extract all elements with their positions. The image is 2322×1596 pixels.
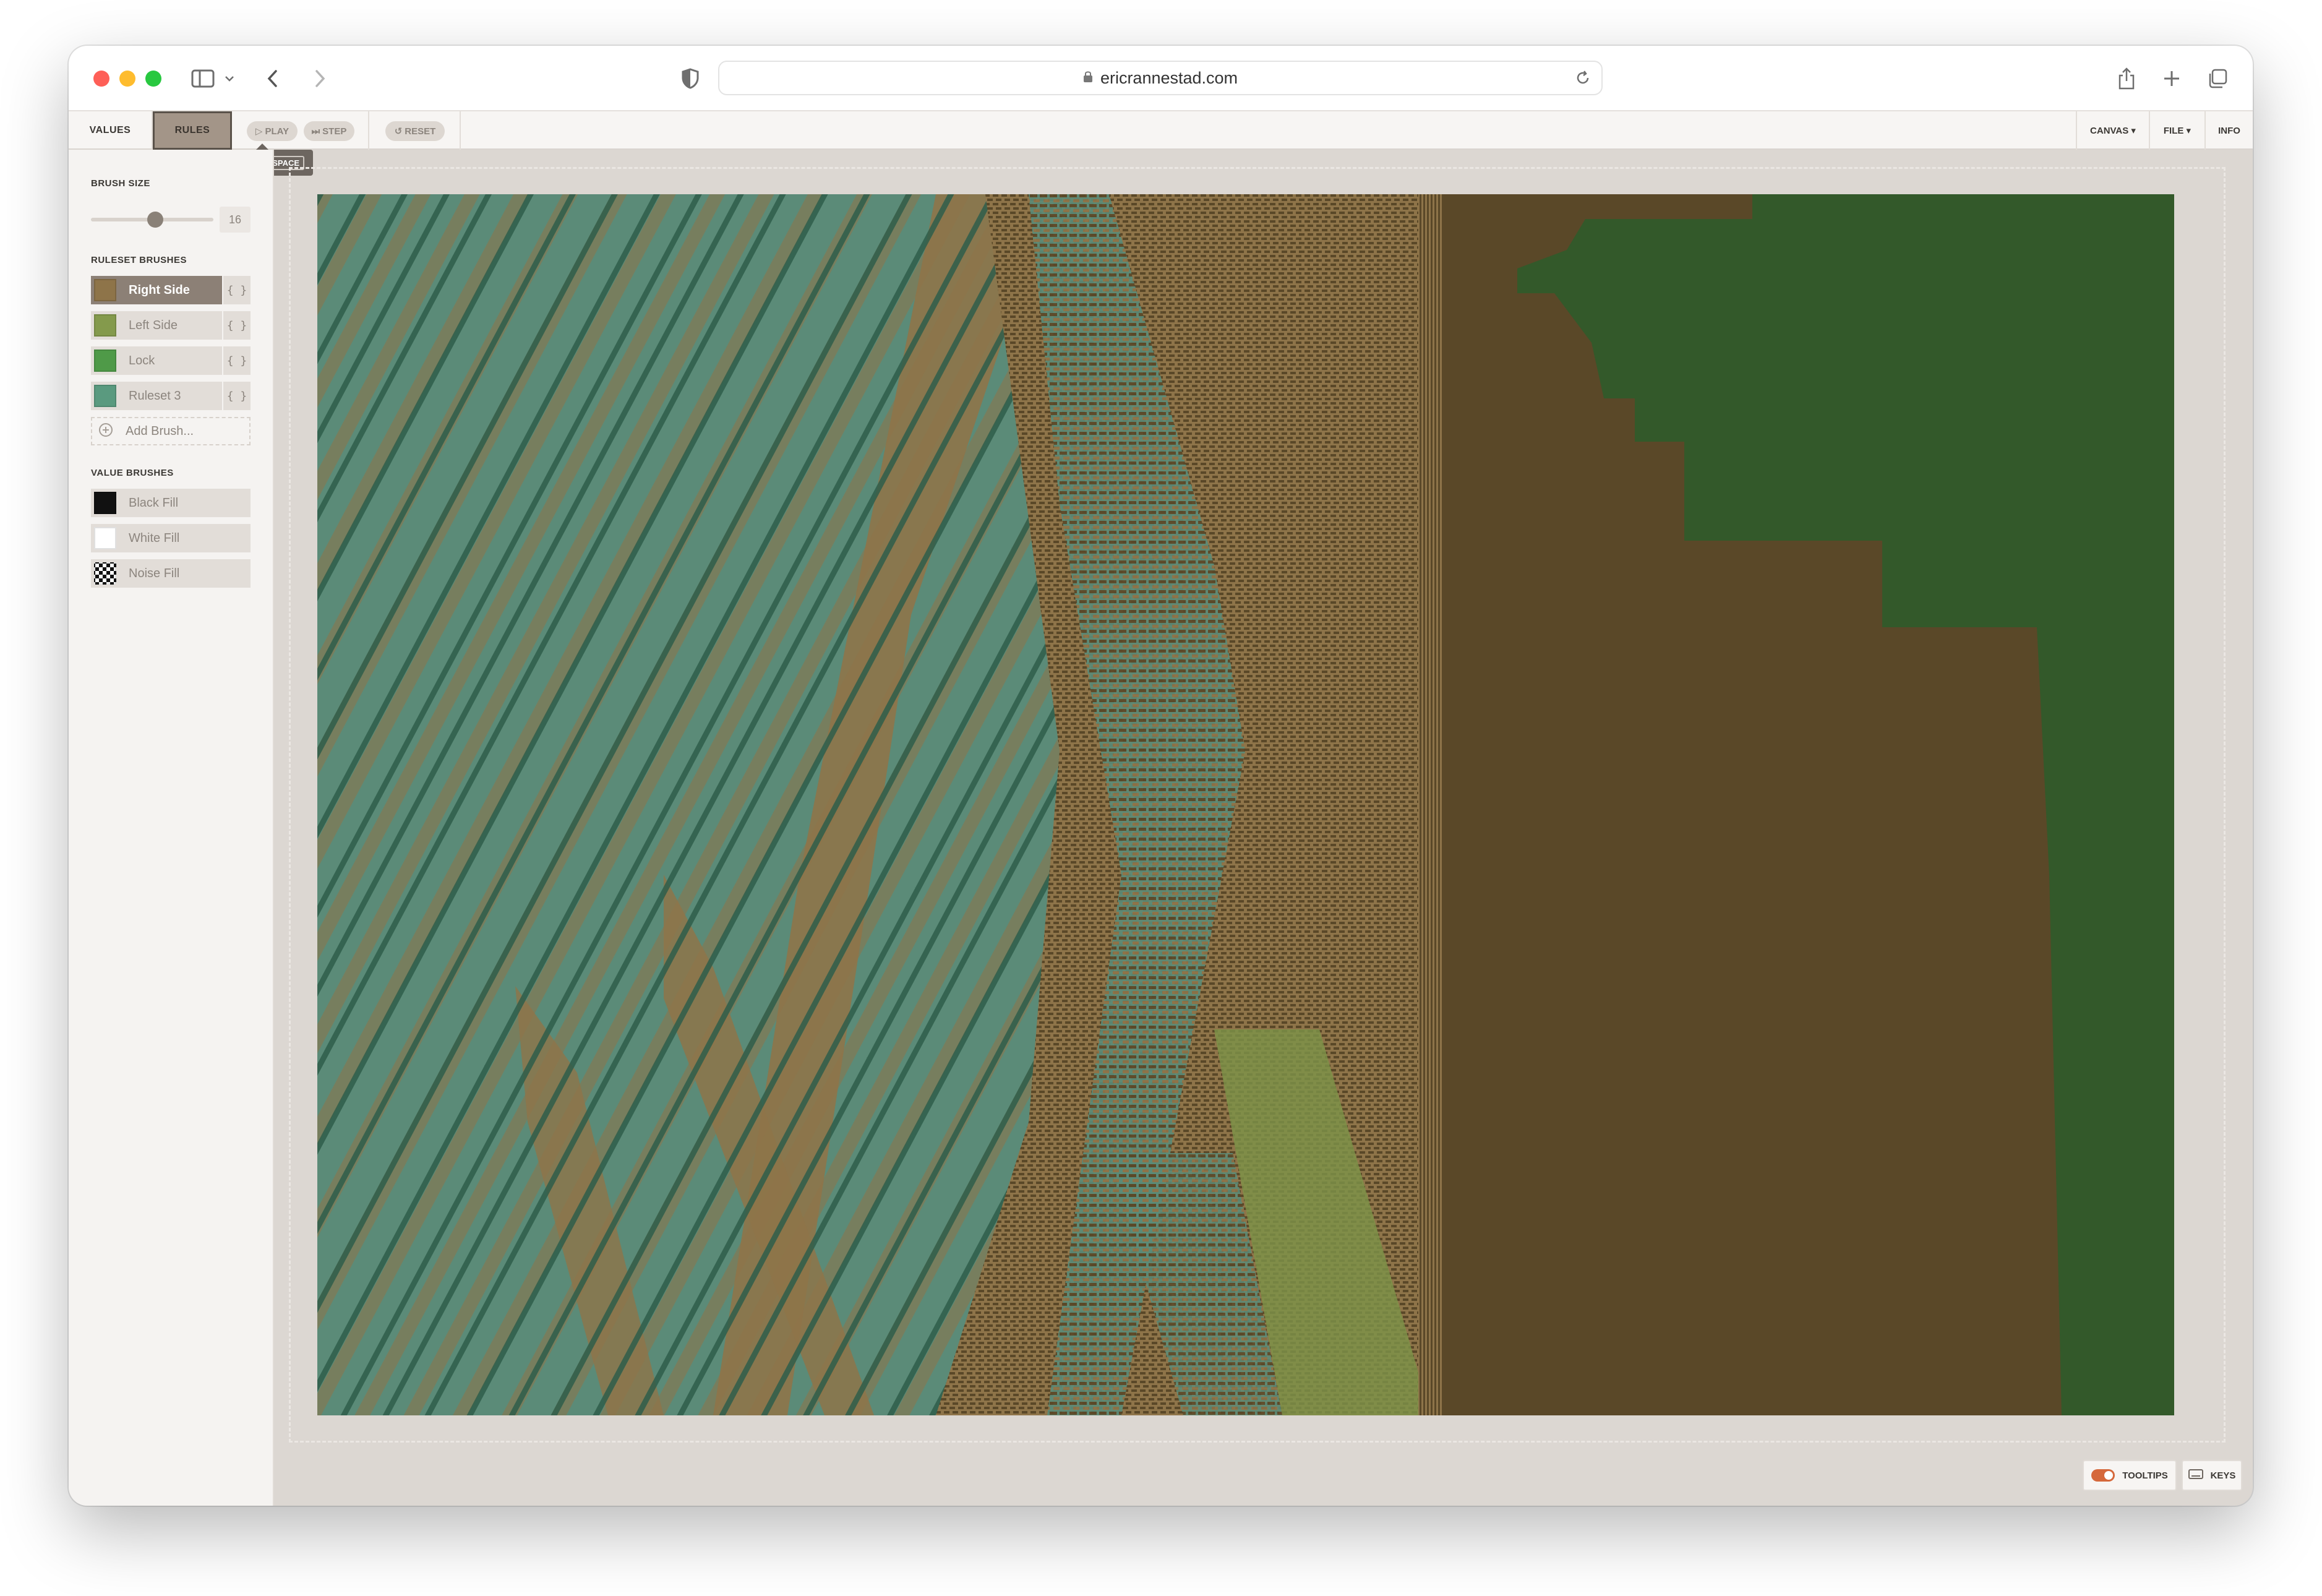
brush-size-value[interactable]: 16 — [220, 207, 251, 233]
brush-label: Noise Fill — [129, 566, 180, 580]
tab-rules[interactable]: RULES — [153, 111, 232, 150]
chevron-down-icon[interactable] — [222, 61, 237, 97]
canvas-menu[interactable]: CANVAS ▾ — [2076, 111, 2149, 150]
brush-lock[interactable]: Lock { } — [91, 346, 251, 375]
play-label: PLAY — [265, 126, 289, 137]
new-tab-icon[interactable] — [2158, 61, 2185, 97]
toolbar-divider — [368, 111, 369, 150]
forward-icon[interactable] — [307, 61, 332, 97]
info-button[interactable]: INFO — [2204, 111, 2253, 150]
brush-swatch — [94, 314, 116, 337]
play-icon: ▷ — [255, 126, 263, 137]
brush-swatch — [94, 385, 116, 407]
sidebar-toggle-icon[interactable] — [187, 61, 218, 97]
brush-swatch — [94, 492, 116, 514]
reset-button[interactable]: ↺ RESET — [385, 121, 445, 141]
share-icon[interactable] — [2113, 61, 2140, 97]
automaton-image — [317, 194, 2174, 1415]
step-label: STEP — [322, 126, 347, 137]
brush-label: Right Side — [129, 283, 190, 297]
add-brush-button[interactable]: Add Brush... — [91, 417, 251, 445]
edit-code-button[interactable]: { } — [222, 311, 251, 340]
brush-size-title: BRUSH SIZE — [91, 178, 150, 189]
brush-white-fill[interactable]: White Fill — [91, 524, 251, 552]
edit-code-button[interactable]: { } — [222, 276, 251, 304]
brush-right-side[interactable]: Right Side { } — [91, 276, 251, 304]
brush-label: White Fill — [129, 531, 180, 545]
brush-swatch — [94, 527, 116, 549]
minimize-window-button[interactable] — [119, 71, 135, 87]
brush-noise-fill[interactable]: Noise Fill — [91, 559, 251, 588]
brush-swatch — [94, 350, 116, 372]
tab-values[interactable]: VALUES — [69, 111, 153, 150]
zoom-window-button[interactable] — [145, 71, 161, 87]
brush-size-slider-thumb[interactable] — [147, 212, 163, 228]
brush-label: Lock — [129, 353, 155, 367]
brush-ruleset-3[interactable]: Ruleset 3 { } — [91, 382, 251, 410]
brush-black-fill[interactable]: Black Fill — [91, 489, 251, 517]
reset-label: RESET — [405, 126, 436, 137]
toggle-switch[interactable] — [2091, 1469, 2115, 1482]
address-bar[interactable]: ericrannestad.com — [718, 61, 1603, 95]
plus-circle-icon — [98, 423, 113, 440]
tooltip-arrow — [256, 144, 268, 150]
back-icon[interactable] — [260, 61, 285, 97]
tab-overview-icon[interactable] — [2204, 61, 2231, 97]
brush-left-side[interactable]: Left Side { } — [91, 311, 251, 340]
brush-label: Black Fill — [129, 496, 179, 510]
toolbar-divider — [460, 111, 461, 150]
url-text: ericrannestad.com — [1100, 68, 1238, 87]
app-toolbar: VALUES RULES ▷ PLAY ⏭ STEP ↺ RESET CANVAS ▾… — [69, 111, 2253, 150]
shield-icon[interactable] — [675, 61, 706, 97]
browser-window: ericrannestad.com VALUES RULES ▷ PLAY ⏭ ST… — [69, 46, 2253, 1506]
step-button[interactable]: ⏭ STEP — [304, 121, 354, 141]
close-window-button[interactable] — [93, 71, 109, 87]
keys-label: KEYS — [2210, 1470, 2236, 1481]
step-icon: ⏭ — [311, 126, 320, 137]
keyboard-icon — [2188, 1469, 2203, 1482]
edit-code-button[interactable]: { } — [222, 382, 251, 410]
keys-button[interactable]: KEYS — [2182, 1460, 2242, 1491]
reset-icon: ↺ — [394, 126, 403, 137]
tooltips-toggle[interactable]: TOOLTIPS — [2083, 1460, 2177, 1491]
brush-label: Left Side — [129, 318, 178, 332]
brush-swatch — [94, 279, 116, 301]
file-menu[interactable]: FILE ▾ — [2149, 111, 2204, 150]
brush-label: Ruleset 3 — [129, 388, 181, 403]
reload-icon[interactable] — [1574, 69, 1592, 90]
automaton-canvas[interactable] — [317, 194, 2174, 1415]
brush-sidebar: BRUSH SIZE 16 RULESET BRUSHES Right Side… — [69, 150, 274, 1506]
noise-swatch-icon — [94, 562, 116, 585]
edit-code-button[interactable]: { } — [222, 346, 251, 375]
add-brush-label: Add Brush... — [126, 424, 194, 438]
browser-titlebar: ericrannestad.com — [69, 46, 2253, 111]
lock-icon — [1083, 71, 1093, 86]
play-button[interactable]: ▷ PLAY — [247, 121, 298, 141]
ruleset-brushes-title: RULESET BRUSHES — [91, 255, 187, 265]
tooltips-label: TOOLTIPS — [2122, 1470, 2168, 1481]
value-brushes-title: VALUE BRUSHES — [91, 468, 174, 478]
